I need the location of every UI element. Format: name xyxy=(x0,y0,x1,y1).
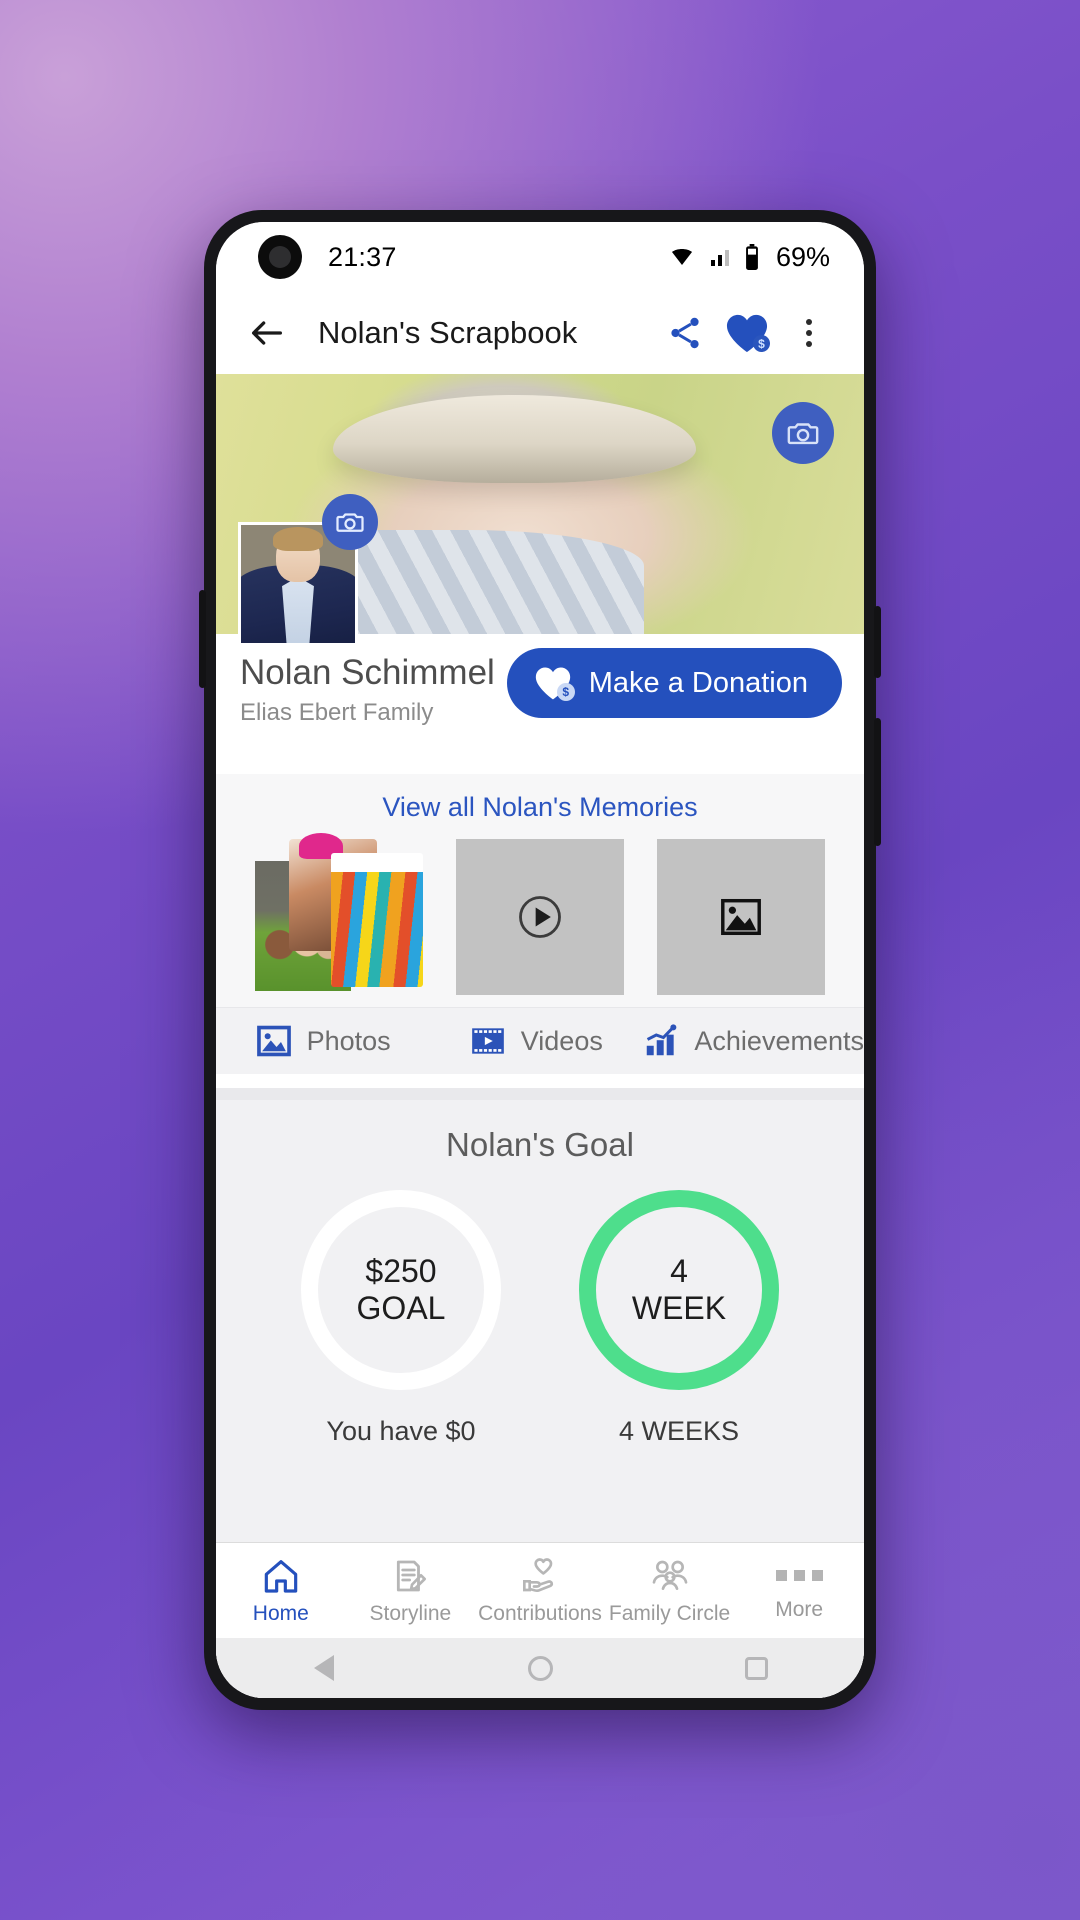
tab-photos[interactable]: Photos xyxy=(216,1022,429,1060)
android-home-button[interactable] xyxy=(505,1638,575,1698)
profile-family: Elias Ebert Family xyxy=(240,699,434,727)
bar-chart-icon xyxy=(647,1024,677,1056)
more-vertical-icon xyxy=(806,319,812,347)
nav-item-contributions-label: Contributions xyxy=(478,1601,602,1625)
tab-achievements-label: Achievements xyxy=(694,1025,864,1056)
page-title: Nolan's Scrapbook xyxy=(318,315,578,350)
cover-photo-camera-button[interactable] xyxy=(772,402,834,464)
tab-videos-label: Videos xyxy=(520,1025,603,1056)
status-clock: 21:37 xyxy=(328,241,397,272)
share-button[interactable] xyxy=(656,304,714,362)
goal-title: Nolan's Goal xyxy=(446,1126,634,1163)
back-button[interactable] xyxy=(238,304,296,362)
nav-item-more[interactable]: More xyxy=(734,1560,864,1622)
collage-images xyxy=(254,833,423,995)
nav-item-home[interactable]: Home xyxy=(216,1556,346,1626)
android-recents-icon xyxy=(744,1656,768,1680)
make-a-donation-button[interactable]: $ Make a Donation xyxy=(506,648,842,718)
bottom-navigation: Home Storyline Contributions Family Circ… xyxy=(216,1542,864,1638)
goal-amount-block: $250 GOAL You have $0 xyxy=(301,1190,501,1447)
donate-button-label: Make a Donation xyxy=(588,666,808,699)
volume-button[interactable] xyxy=(199,590,206,688)
heart-badge-label: $ xyxy=(753,335,770,352)
image-thumbnail[interactable] xyxy=(657,839,826,995)
goal-amount-caption: You have $0 xyxy=(326,1416,476,1446)
hand-heart-icon xyxy=(522,1557,554,1592)
section-spacer xyxy=(216,1074,864,1088)
people-group-icon xyxy=(652,1560,687,1590)
photo-icon xyxy=(256,1025,291,1057)
status-bar: 21:37 69% xyxy=(216,222,864,292)
goal-week-block: 4 WEEK 4 WEEKS xyxy=(579,1190,779,1447)
memories-thumbnails xyxy=(216,833,864,1007)
collage-image-3 xyxy=(330,853,423,987)
avatar-shirt xyxy=(282,576,314,643)
goal-amount-value: $250 xyxy=(365,1253,437,1290)
donate-badge-label: $ xyxy=(556,683,575,701)
nav-item-family-circle-label: Family Circle xyxy=(608,1601,731,1625)
avatar-camera-button[interactable] xyxy=(322,494,378,550)
goal-week-unit: WEEK xyxy=(631,1290,727,1326)
view-all-memories-link[interactable]: View all Nolan's Memories xyxy=(216,784,864,835)
heart-dollar-icon: $ xyxy=(724,312,770,354)
android-back-button[interactable] xyxy=(289,1638,359,1698)
android-back-icon xyxy=(314,1655,334,1681)
image-placeholder-icon xyxy=(721,898,762,936)
share-icon xyxy=(671,317,699,349)
play-circle-icon xyxy=(519,896,561,938)
wifi-icon xyxy=(671,249,692,265)
android-home-icon xyxy=(527,1655,553,1681)
phone-screen: 21:37 69% Nolan's Scrapbook $ Nolan Schi… xyxy=(216,222,864,1698)
nav-item-storyline[interactable]: Storyline xyxy=(346,1556,476,1626)
page-content: Nolan Schimmel Elias Ebert Family $ Make… xyxy=(216,374,864,1698)
media-tabs: Photos Videos Achievements xyxy=(216,1007,864,1074)
tab-photos-label: Photos xyxy=(306,1025,391,1056)
status-indicators: 69% xyxy=(668,242,830,273)
android-system-navigation xyxy=(216,1638,864,1698)
heart-dollar-icon: $ xyxy=(533,665,575,701)
battery-icon xyxy=(746,244,758,270)
android-recents-button[interactable] xyxy=(721,1638,791,1698)
side-button[interactable] xyxy=(874,718,881,846)
app-bar: Nolan's Scrapbook $ xyxy=(216,292,864,374)
note-edit-icon xyxy=(397,1560,427,1591)
goal-week-caption: 4 WEEKS xyxy=(618,1416,740,1446)
goal-week-ring: 4 WEEK xyxy=(579,1190,779,1390)
video-thumbnail[interactable] xyxy=(455,839,624,995)
profile-name: Nolan Schimmel xyxy=(240,653,495,692)
cellular-signal-icon xyxy=(710,250,729,266)
photo-collage-thumbnail[interactable] xyxy=(254,833,423,995)
goal-week-value: 4 xyxy=(670,1253,688,1290)
more-dots-icon xyxy=(775,1560,823,1592)
tab-videos[interactable]: Videos xyxy=(429,1022,642,1060)
camera-icon xyxy=(787,423,819,445)
overflow-menu-button[interactable] xyxy=(780,304,838,362)
camera-icon xyxy=(336,513,364,532)
donation-heart-button[interactable]: $ xyxy=(718,304,776,362)
tab-achievements[interactable]: Achievements xyxy=(642,1022,864,1060)
nav-item-more-label: More xyxy=(775,1597,824,1621)
home-icon xyxy=(264,1559,298,1593)
video-icon xyxy=(471,1028,504,1054)
profile-name-block: Nolan Schimmel Elias Ebert Family xyxy=(240,654,495,727)
nav-item-storyline-label: Storyline xyxy=(369,1601,452,1625)
phone-device: 21:37 69% Nolan's Scrapbook $ Nolan Schi… xyxy=(199,210,881,1710)
goal-amount-ring: $250 GOAL xyxy=(301,1190,501,1390)
nav-item-home-label: Home xyxy=(252,1601,309,1625)
memories-section: View all Nolan's Memories Photos Videos … xyxy=(216,774,864,1074)
nav-item-contributions[interactable]: Contributions xyxy=(475,1556,605,1626)
goal-amount-unit: GOAL xyxy=(356,1290,446,1326)
nav-item-family-circle[interactable]: Family Circle xyxy=(605,1556,735,1626)
front-camera-punch-hole xyxy=(258,235,302,279)
goal-rings: $250 GOAL You have $0 4 WEEK 4 WEEKS xyxy=(216,1164,864,1447)
section-divider xyxy=(216,1088,864,1100)
back-arrow-icon xyxy=(252,321,282,345)
profile-section: Nolan Schimmel Elias Ebert Family $ Make… xyxy=(216,494,864,774)
avatar-hair xyxy=(272,527,324,551)
battery-percent-label: 69% xyxy=(775,241,830,272)
power-button[interactable] xyxy=(874,606,881,678)
